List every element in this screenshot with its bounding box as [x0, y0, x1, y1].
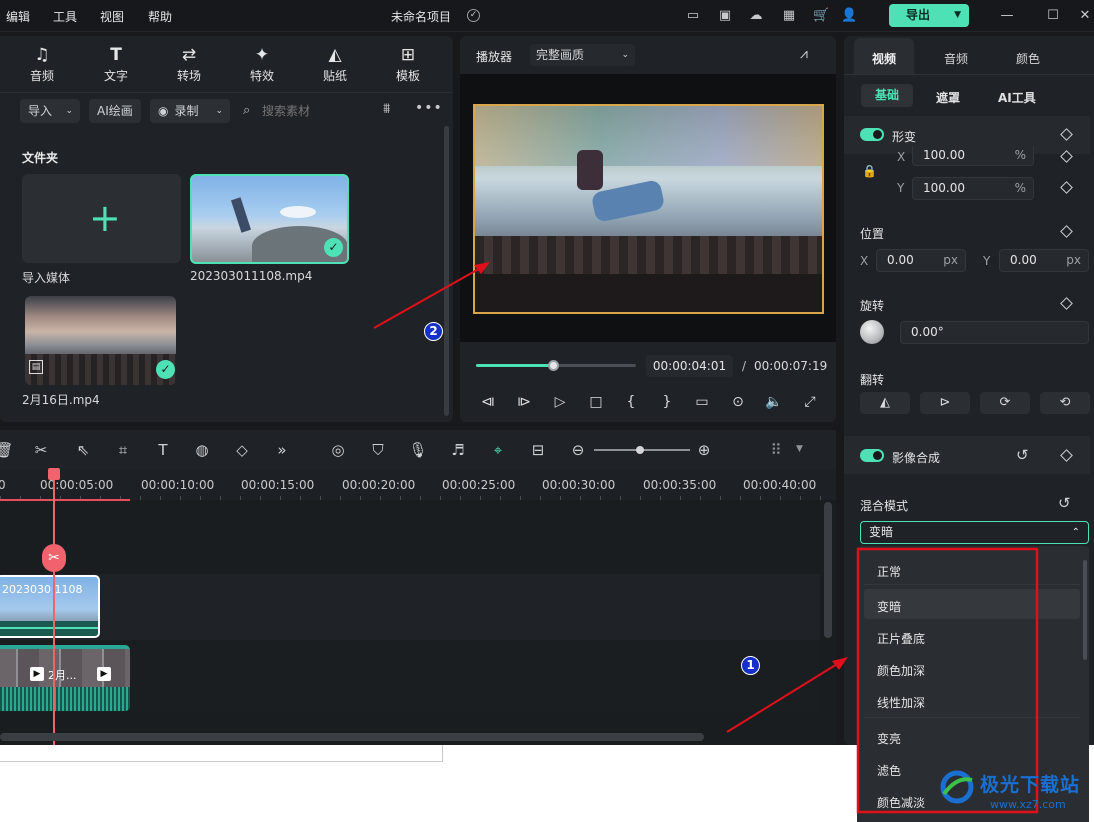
annotation-arrow-2 [373, 265, 485, 329]
arrow-head-icon [832, 657, 848, 670]
annotation-arrow-1 [726, 660, 843, 733]
aurora-logo-icon [940, 770, 974, 804]
arrow-head-icon [474, 262, 490, 274]
watermark-url: www.xz7.com [990, 798, 1066, 811]
watermark-title: 极光下载站 [980, 774, 1081, 796]
watermark-logo [938, 768, 976, 806]
annotation-overlay [373, 262, 1039, 814]
